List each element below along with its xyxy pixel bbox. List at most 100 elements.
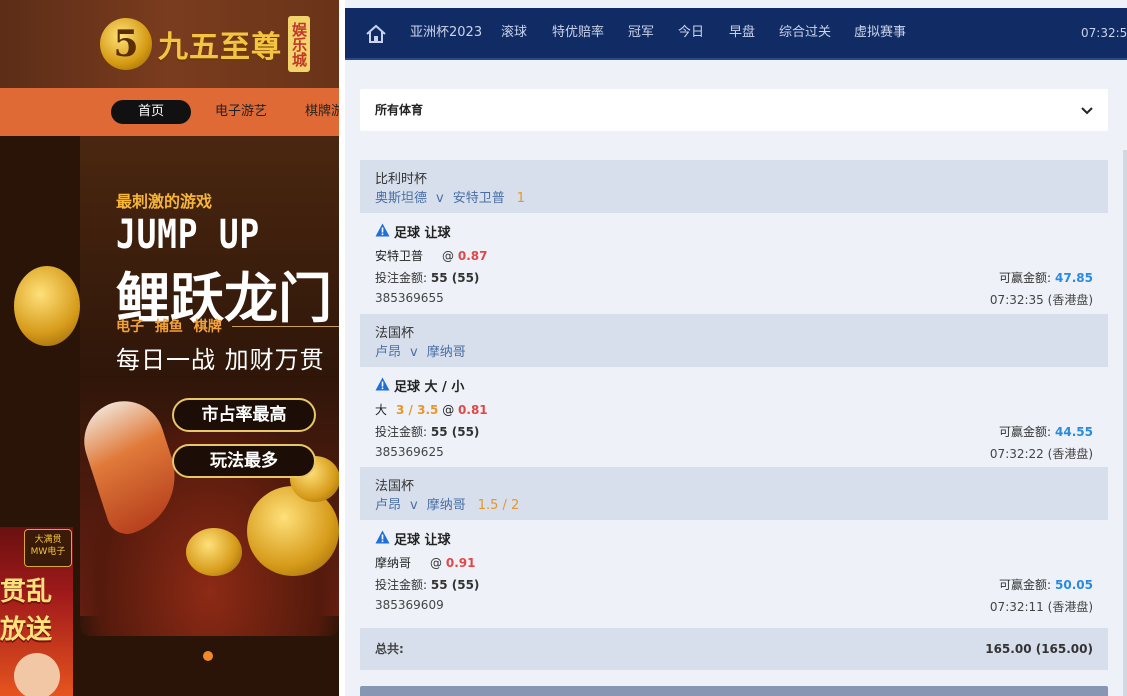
selection-name: 安特卫普 [375,249,424,263]
mascot-image [14,653,60,696]
banner-headline-en: JUMP UP [116,212,260,258]
match-teams: 卢昂 v 摩纳哥 [375,341,478,360]
carousel-dot[interactable] [203,651,213,661]
banner-pill-most-games[interactable]: 玩法最多 [172,444,316,478]
banner-slogan: 每日一战 加财万贯 [116,346,325,374]
sport-filter-dropdown[interactable]: 所有体育 [360,89,1108,131]
away-team: 摩纳哥 [426,498,466,513]
bet-id: 385369609 [375,598,444,612]
home-team: 奥斯坦德 [375,191,428,206]
bet-header: 法国杯 卢昂 v 摩纳哥 [360,314,1108,367]
site-nav-cards[interactable]: 棋牌游 [305,100,339,124]
warning-icon [375,223,390,237]
versus-label: v [410,498,418,513]
logo-badge: 娱乐城 [288,16,310,72]
site-nav-slots[interactable]: 电子游艺 [215,100,267,124]
bet-header: 比利时杯 奥斯坦德 v 安特卫普 1 [360,160,1108,213]
nav-early[interactable]: 早盘 [729,8,755,60]
bet-panel: 亚洲杯2023 滚球 特优赔率 冠军 今日 早盘 综合过关 虚拟赛事 07:32… [345,0,1127,696]
site-logo[interactable]: 5 九五至尊 娱乐城 [100,16,310,72]
site-nav-home[interactable]: 首页 [111,100,191,124]
bet-header: 法国杯 卢昂 v 摩纳哥 1.5 / 2 [360,467,1108,520]
market-name: 足球 让球 [394,226,451,241]
bottom-button[interactable] [360,686,1108,696]
bet-id: 385369625 [375,445,444,459]
nav-asian-cup[interactable]: 亚洲杯2023 [410,8,482,60]
bet-id: 385369655 [375,291,444,305]
market-name: 足球 让球 [394,533,451,548]
league-name: 法国杯 [375,479,415,494]
banner-categories: 电子 捕鱼 棋牌 [116,319,222,335]
total-row: 总共: 165.00 (165.00) [360,628,1108,670]
logo-text: 九五至尊 [158,30,282,65]
ad-line-2: 放送 [0,615,53,645]
nav-today[interactable]: 今日 [678,8,704,60]
away-team: 安特卫普 [452,191,505,206]
at-symbol: @ [430,556,443,570]
background-site: 5 九五至尊 娱乐城 首页 电子游艺 棋牌游 最刺激的游戏 JUMP UP 鲤跃… [0,0,339,696]
logo-emblem: 5 [100,18,152,70]
at-symbol: @ [442,249,455,263]
home-icon[interactable] [365,23,387,45]
stake: 投注金额: 55 (55) [375,576,479,593]
win-amount: 44.55 [1055,425,1093,439]
bet-details: 足球 大 / 小 大 3 / 3.5 @ 0.81 投注金额: 55 (55) 可… [360,367,1108,468]
potential-win: 可赢金额: 44.55 [999,423,1093,440]
home-team: 卢昂 [375,345,402,360]
banner-tagline: 最刺激的游戏 [116,192,213,211]
win-amount: 47.85 [1055,271,1093,285]
bet-details: 足球 让球 安特卫普 @ 0.87 投注金额: 55 (55) 可赢金额: 47.8… [360,213,1108,314]
nav-outright[interactable]: 冠军 [628,8,654,60]
versus-label: v [410,345,418,360]
banner-pill-market-share[interactable]: 市占率最高 [172,398,316,432]
stake-label: 投注金额: [375,578,428,592]
banner-divider [232,326,339,327]
win-label: 可赢金额: [998,578,1052,592]
stake-amount: 55 (55) [430,425,480,439]
sport-filter-label: 所有体育 [375,103,424,117]
nav-parlay[interactable]: 综合过关 [779,8,831,60]
potential-win: 可赢金额: 47.85 [999,269,1093,286]
odds-value: 0.87 [457,249,488,263]
handicap-line: 1.5 / 2 [477,498,520,513]
site-nav: 首页 电子游艺 棋牌游 [0,88,339,136]
bet-time: 07:32:35 (香港盘) [989,293,1093,307]
stake-amount: 55 (55) [430,271,480,285]
stake: 投注金额: 55 (55) [375,269,479,286]
league-name: 法国杯 [375,326,415,341]
warning-icon [375,530,390,544]
potential-win: 可赢金额: 50.05 [999,576,1093,593]
side-ad[interactable]: 大满贯 MW电子 贯乱 放送 [0,527,73,696]
match-teams: 奥斯坦德 v 安特卫普 1 [375,187,525,206]
selection-line: 3 / 3.5 [396,403,439,417]
win-label: 可赢金额: [998,425,1052,439]
stake: 投注金额: 55 (55) [375,423,479,440]
away-team: 摩纳哥 [426,345,466,360]
stake-label: 投注金额: [375,425,428,439]
handicap-line: 1 [516,191,526,206]
league-name: 比利时杯 [375,172,428,187]
versus-label: v [436,191,444,206]
gold-coin-image [14,266,80,346]
nav-special-odds[interactable]: 特优赔率 [552,8,604,60]
nav-live[interactable]: 滚球 [501,8,527,60]
gold-coin-image [186,528,242,576]
selection: 摩纳哥 @ 0.91 [375,554,475,571]
win-amount: 50.05 [1055,578,1093,592]
ad-logo: 大满贯 MW电子 [24,529,72,567]
odds-value: 0.81 [458,403,488,417]
home-team: 卢昂 [375,498,402,513]
bet-time: 07:32:22 (香港盘) [989,447,1093,461]
clock: 07:32:53 [1081,26,1127,40]
nav-virtual[interactable]: 虚拟赛事 [854,8,906,60]
scrollbar[interactable] [1123,150,1127,696]
selection-name: 摩纳哥 [375,556,412,570]
stake-amount: 55 (55) [430,578,480,592]
top-navigation: 亚洲杯2023 滚球 特优赔率 冠军 今日 早盘 综合过关 虚拟赛事 07:32… [345,8,1127,60]
stake-label: 投注金额: [375,271,428,285]
selection-name: 大 [375,403,388,417]
total-value: 165.00 (165.00) [985,642,1093,656]
market-name: 足球 大 / 小 [394,380,465,395]
bet-time: 07:32:11 (香港盘) [989,600,1093,614]
selection: 大 3 / 3.5 @ 0.81 [375,401,488,418]
